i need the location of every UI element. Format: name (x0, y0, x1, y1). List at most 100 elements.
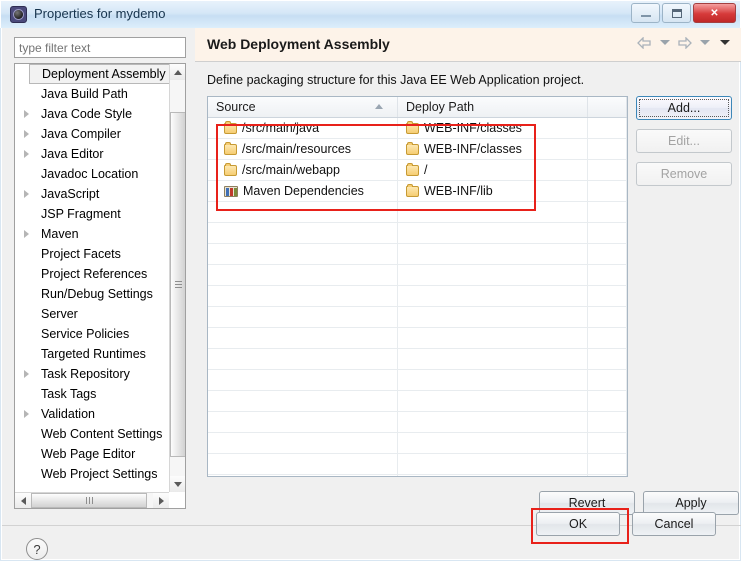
tree-item-run-debug-settings[interactable]: Run/Debug Settings (15, 284, 185, 304)
tree-item-label: Project Facets (41, 247, 121, 261)
cell-source-label: /src/main/webapp (242, 162, 340, 177)
tree-hscroll-thumb[interactable] (31, 493, 147, 508)
expand-triangle-icon[interactable] (24, 230, 29, 238)
tree-item-label: Run/Debug Settings (41, 287, 153, 301)
cell-source: /src/main/resources (208, 139, 398, 159)
table-row-empty[interactable] (208, 223, 627, 244)
expand-triangle-icon[interactable] (24, 150, 29, 158)
folder-icon (406, 183, 419, 197)
tree-item-label: Java Editor (41, 147, 104, 161)
minimize-button[interactable] (631, 3, 660, 23)
cell-source: Maven Dependencies (208, 181, 398, 201)
table-row-empty[interactable] (208, 433, 627, 454)
table-row-empty[interactable] (208, 265, 627, 286)
expand-triangle-icon[interactable] (24, 190, 29, 198)
add-button[interactable]: Add... (636, 96, 732, 120)
tree-item-label: Java Compiler (41, 127, 121, 141)
tree-vertical-scrollbar[interactable] (169, 64, 185, 492)
close-button[interactable]: ✕ (693, 3, 736, 23)
tree-item-service-policies[interactable]: Service Policies (15, 324, 185, 344)
cell-deploy-path: WEB-INF/lib (398, 181, 588, 201)
preference-tree[interactable]: Deployment Assembly Java Build Path Java C… (14, 63, 186, 509)
tree-item-task-tags[interactable]: Task Tags (15, 384, 185, 404)
table-row-empty[interactable] (208, 349, 627, 370)
edit-button: Edit... (636, 129, 732, 153)
page-header: Web Deployment Assembly (195, 28, 741, 62)
tree-item-java-compiler[interactable]: Java Compiler (15, 124, 185, 144)
cell-source-label: Maven Dependencies (243, 183, 364, 198)
arrow-forward-icon[interactable] (676, 35, 693, 50)
folder-icon (406, 141, 419, 155)
cancel-button[interactable]: Cancel (632, 512, 716, 536)
properties-gear-icon (10, 6, 27, 23)
tree-item-task-repository[interactable]: Task Repository (15, 364, 185, 384)
tree-item-javadoc-location[interactable]: Javadoc Location (15, 164, 185, 184)
table-row-empty[interactable] (208, 307, 627, 328)
expand-triangle-icon[interactable] (24, 410, 29, 418)
help-question-icon[interactable]: ? (26, 538, 48, 560)
tree-item-java-code-style[interactable]: Java Code Style (15, 104, 185, 124)
tree-item-deployment-assembly[interactable]: Deployment Assembly (29, 64, 171, 84)
tree-item-maven[interactable]: Maven (15, 224, 185, 244)
tree-item-java-editor[interactable]: Java Editor (15, 144, 185, 164)
table-row[interactable]: /src/main/resources WEB-INF/classes (208, 139, 627, 160)
scroll-up-arrow-icon[interactable] (170, 64, 185, 80)
folder-icon (224, 162, 237, 176)
tree-item-label: JavaScript (41, 187, 100, 201)
title-bar: Properties for mydemo ✕ (0, 0, 741, 28)
tree-vscroll-thumb[interactable] (170, 112, 185, 457)
expand-triangle-icon[interactable] (24, 130, 29, 138)
filter-input[interactable] (14, 37, 186, 58)
table-row[interactable]: /src/main/java WEB-INF/classes (208, 118, 627, 139)
column-header-source[interactable]: Source (208, 97, 398, 117)
tree-item-project-facets[interactable]: Project Facets (15, 244, 185, 264)
tree-horizontal-scrollbar[interactable] (15, 492, 169, 508)
library-icon (224, 185, 238, 197)
scroll-down-arrow-icon[interactable] (170, 476, 185, 492)
ok-button[interactable]: OK (536, 512, 620, 536)
remove-button: Remove (636, 162, 732, 186)
deployment-assembly-table[interactable]: Source Deploy Path /src/main/java WEB-INF… (207, 96, 628, 477)
cell-extra (588, 139, 627, 159)
column-header-deploy-path[interactable]: Deploy Path (398, 97, 588, 117)
tree-item-targeted-runtimes[interactable]: Targeted Runtimes (15, 344, 185, 364)
expand-triangle-icon[interactable] (24, 110, 29, 118)
table-row[interactable]: Maven Dependencies WEB-INF/lib (208, 181, 627, 202)
back-dropdown-chevron-down-icon[interactable] (656, 35, 673, 50)
expand-triangle-icon[interactable] (24, 370, 29, 378)
column-header-extra[interactable] (588, 97, 627, 117)
tree-item-web-project-settings[interactable]: Web Project Settings (15, 464, 185, 484)
tree-item-label: Project References (41, 267, 148, 281)
forward-dropdown-chevron-down-icon[interactable] (696, 35, 713, 50)
table-row-empty[interactable] (208, 202, 627, 223)
ok-button-label: OK (568, 517, 588, 531)
arrow-back-icon[interactable] (636, 35, 653, 50)
tree-item-label: Web Project Settings (41, 467, 158, 481)
table-row-empty[interactable] (208, 412, 627, 433)
cancel-button-label: Cancel (654, 517, 694, 531)
table-row-empty[interactable] (208, 475, 627, 476)
scroll-left-arrow-icon[interactable] (15, 493, 31, 508)
tree-item-java-build-path[interactable]: Java Build Path (15, 84, 185, 104)
table-row-empty[interactable] (208, 286, 627, 307)
view-menu-chevron-down-icon[interactable] (716, 35, 733, 50)
tree-item-project-references[interactable]: Project References (15, 264, 185, 284)
tree-item-web-content-settings[interactable]: Web Content Settings (15, 424, 185, 444)
table-row[interactable]: /src/main/webapp / (208, 160, 627, 181)
tree-item-javascript[interactable]: JavaScript (15, 184, 185, 204)
tree-item-validation[interactable]: Validation (15, 404, 185, 424)
table-row-empty[interactable] (208, 391, 627, 412)
table-row-empty[interactable] (208, 328, 627, 349)
scroll-right-arrow-icon[interactable] (153, 493, 169, 508)
preference-page: Web Deployment Assembly Define packaging… (195, 28, 741, 519)
table-row-empty[interactable] (208, 454, 627, 475)
tree-item-server[interactable]: Server (15, 304, 185, 324)
tree-item-web-page-editor[interactable]: Web Page Editor (15, 444, 185, 464)
maximize-button[interactable] (662, 3, 691, 23)
table-row-empty[interactable] (208, 370, 627, 391)
tree-item-jsp-fragment[interactable]: JSP Fragment (15, 204, 185, 224)
tree-item-label: Task Repository (41, 367, 130, 381)
add-button-label: Add... (667, 101, 701, 115)
table-row-empty[interactable] (208, 244, 627, 265)
table-body: /src/main/java WEB-INF/classes/src/main/r… (208, 118, 627, 476)
